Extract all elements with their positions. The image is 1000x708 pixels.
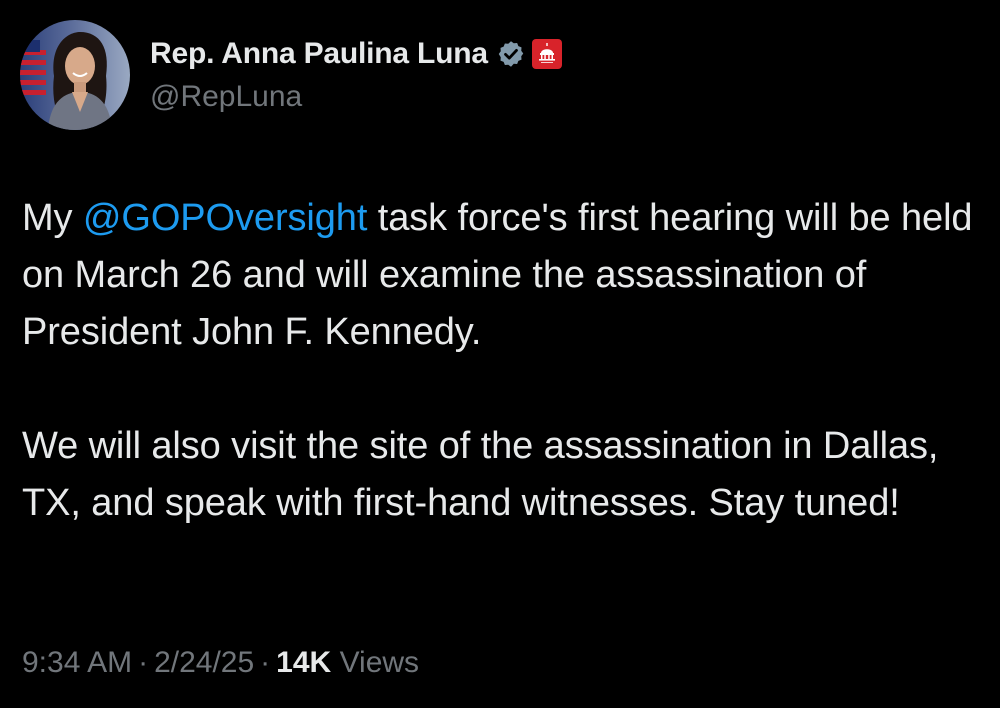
tweet-time[interactable]: 9:34 AM <box>22 646 132 679</box>
meta-separator: · <box>138 646 149 679</box>
verified-check-icon[interactable] <box>496 39 526 69</box>
author-handle[interactable]: @RepLuna <box>150 80 302 114</box>
author-name-row: Rep. Anna Paulina Luna <box>150 32 562 76</box>
capitol-badge-icon[interactable] <box>531 39 562 69</box>
meta-separator: · <box>260 646 271 679</box>
tweet-body: My @GOPOversight task force's first hear… <box>22 190 992 532</box>
mention-link[interactable]: @GOPOversight <box>83 197 367 239</box>
tweet-date[interactable]: 2/24/25 <box>154 646 254 679</box>
avatar-image <box>20 20 130 130</box>
tweet-meta: 9:34 AM · 2/24/25 · 14K Views <box>22 646 419 680</box>
tweet-card: Rep. Anna Paulina Luna @RepLuna My @GOPO… <box>0 0 1000 708</box>
tweet-paragraph-1: My @GOPOversight task force's first hear… <box>22 190 992 361</box>
views-count[interactable]: 14K <box>276 646 331 679</box>
views-label: Views <box>339 646 420 679</box>
tweet-paragraph-2: We will also visit the site of the assas… <box>22 425 939 524</box>
author-avatar[interactable] <box>20 20 130 130</box>
author-display-name[interactable]: Rep. Anna Paulina Luna <box>150 37 488 71</box>
tweet-text-segment: My <box>22 197 83 239</box>
